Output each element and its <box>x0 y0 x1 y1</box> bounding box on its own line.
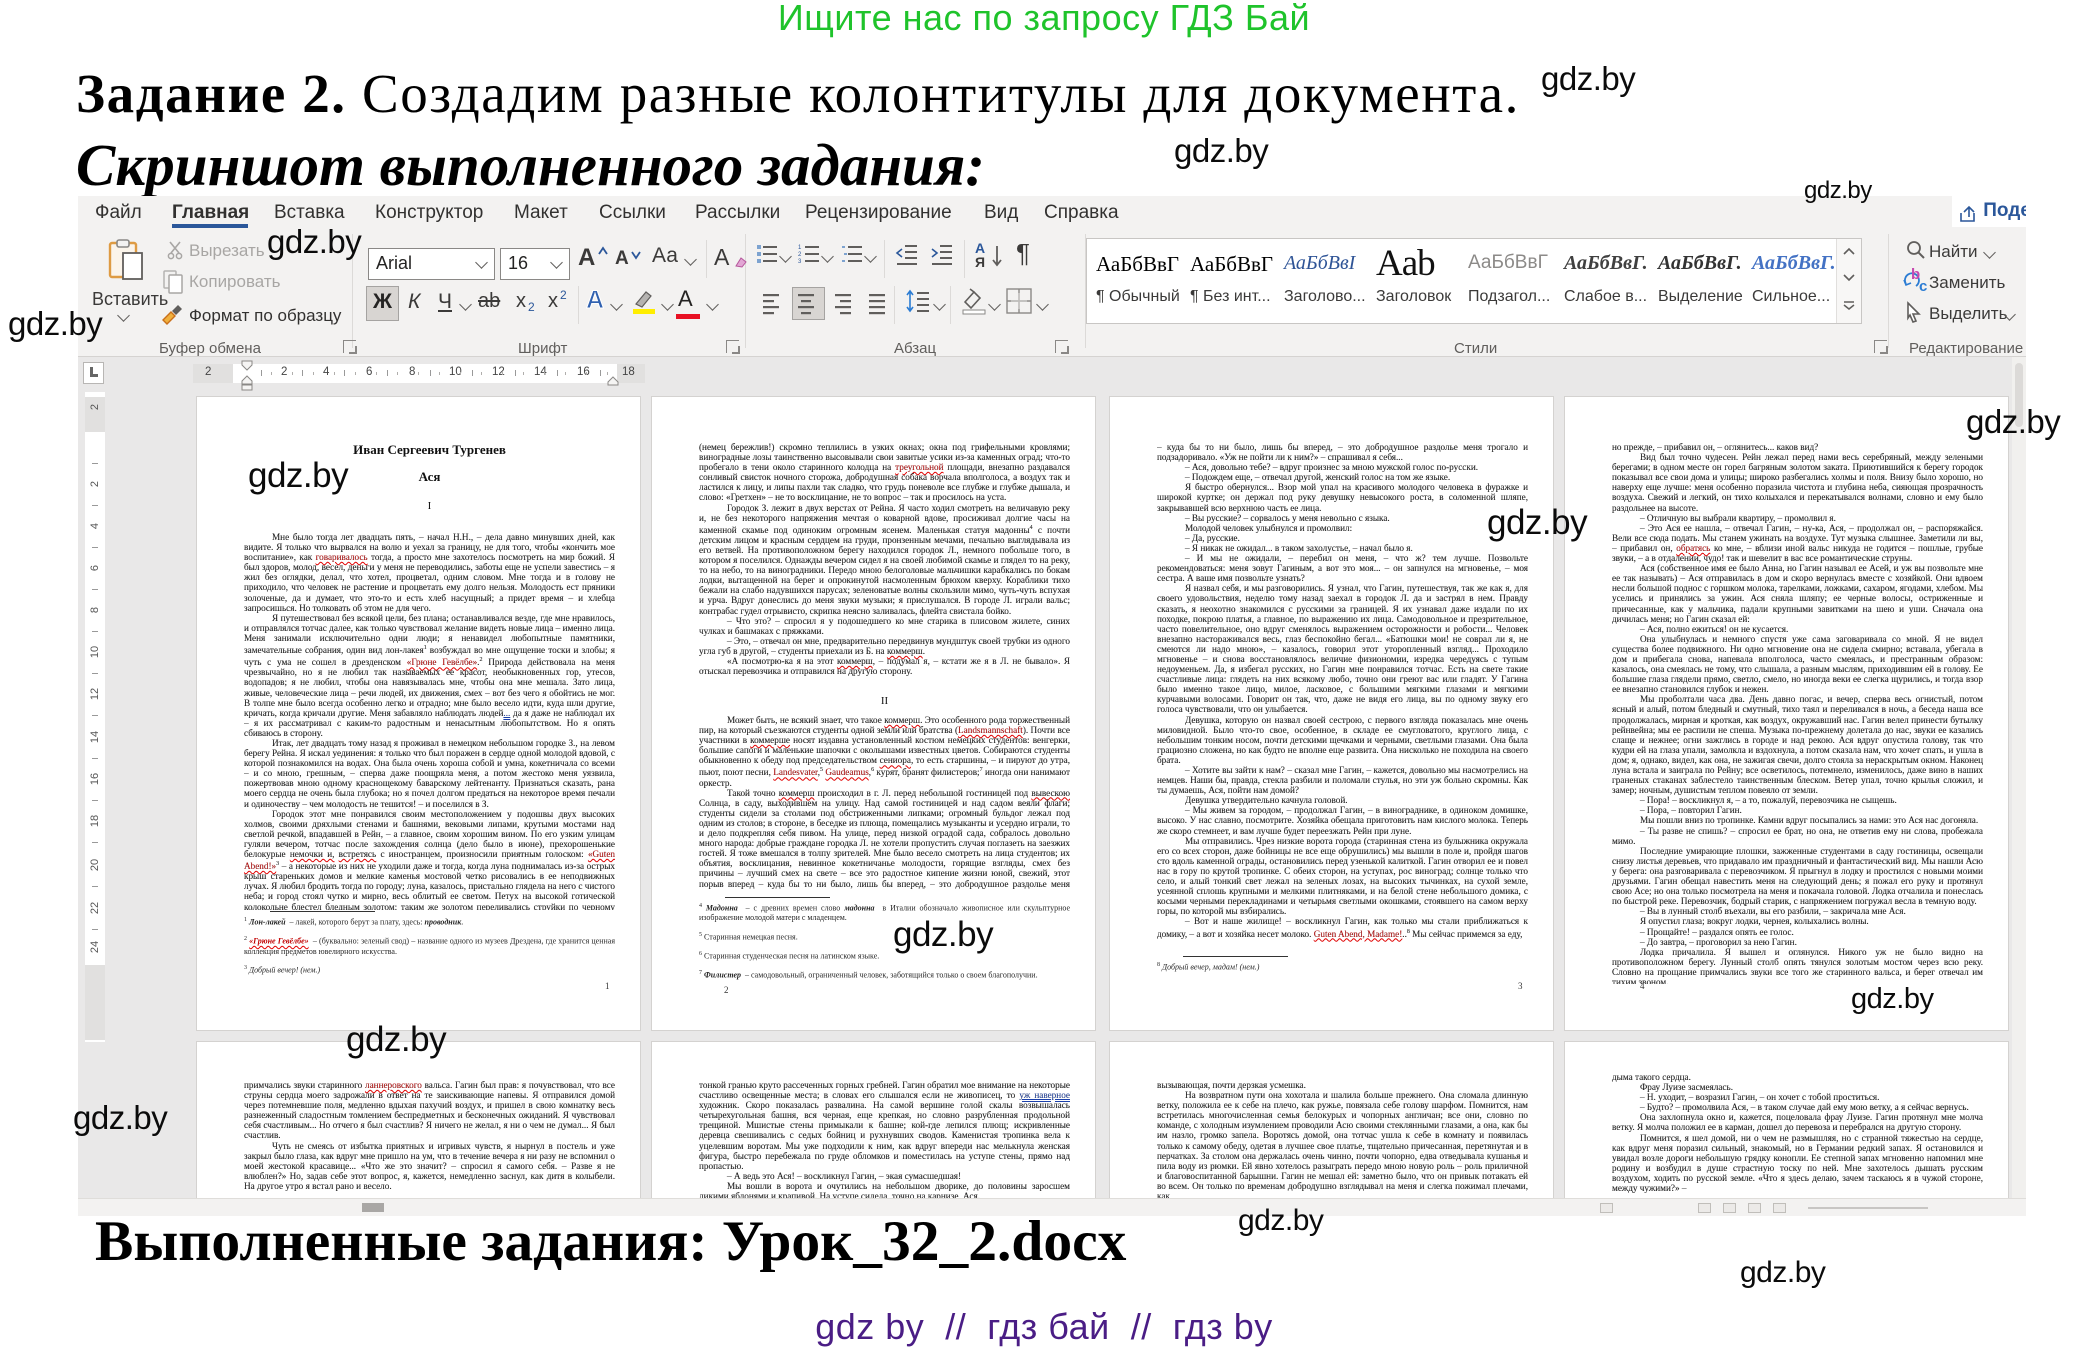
svg-text:2: 2 <box>798 252 802 258</box>
svg-text:3: 3 <box>798 259 802 265</box>
svg-text:1: 1 <box>798 245 802 251</box>
